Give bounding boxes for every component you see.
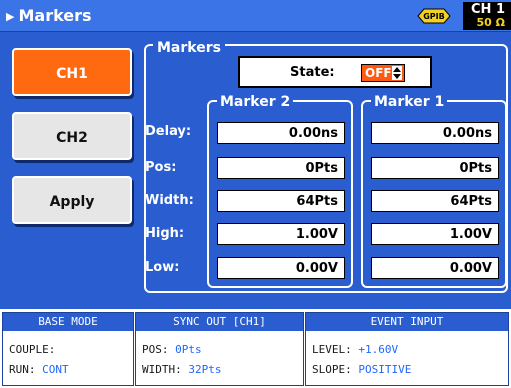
high-label: High: <box>145 226 185 241</box>
sync-width-line: WIDTH: 32Pts <box>142 363 222 376</box>
apply-button[interactable]: Apply <box>12 176 132 224</box>
base-mode-title: BASE MODE <box>3 313 133 331</box>
page-title-text: Markers <box>18 6 92 25</box>
low-label: Low: <box>145 260 180 275</box>
event-input-panel: EVENT INPUT LEVEL: +1.60V SLOPE: POSITIV… <box>305 312 509 386</box>
marker1-low-field[interactable]: 0.00V <box>371 257 499 279</box>
impedance-label: 50 Ω <box>476 16 506 29</box>
sync-width-key: WIDTH: <box>142 363 182 376</box>
marker2-low-field[interactable]: 0.00V <box>217 257 345 279</box>
width-label: Width: <box>145 193 194 208</box>
channel-label: CH 1 <box>471 2 505 17</box>
run-value: CONT <box>42 363 69 376</box>
delay-label: Delay: <box>145 124 192 139</box>
marker1-title: Marker 1 <box>371 94 448 110</box>
markers-group-title: Markers <box>153 40 225 56</box>
ch1-button[interactable]: CH1 <box>12 48 132 96</box>
title-bar: ▶ Markers GPIB CH 1 50 Ω <box>0 0 511 32</box>
gpib-label: GPIB <box>423 12 445 21</box>
pos-label: Pos: <box>145 160 177 175</box>
slope-key: SLOPE: <box>312 363 352 376</box>
sync-out-panel: SYNC OUT [CH1] POS: 0Pts WIDTH: 32Pts <box>135 312 304 386</box>
marker1-delay-field[interactable]: 0.00ns <box>371 122 499 144</box>
level-line: LEVEL: +1.60V <box>312 343 398 356</box>
state-label: State: <box>290 65 335 80</box>
sync-out-title: SYNC OUT [CH1] <box>136 313 303 331</box>
state-select[interactable]: OFF <box>361 64 405 82</box>
gpib-icon: GPIB <box>417 8 451 24</box>
channel-indicator: CH 1 50 Ω <box>463 2 511 30</box>
event-input-title: EVENT INPUT <box>306 313 508 331</box>
slope-line: SLOPE: POSITIVE <box>312 363 411 376</box>
marker1-high-field[interactable]: 1.00V <box>371 223 499 245</box>
couple-key: COUPLE: <box>9 343 56 356</box>
marker2-width-field[interactable]: 64Pts <box>217 190 345 212</box>
state-value: OFF <box>365 66 392 80</box>
couple-line: COUPLE: <box>9 343 55 356</box>
sync-pos-line: POS: 0Pts <box>142 343 202 356</box>
marker2-pos-field[interactable]: 0Pts <box>217 157 345 179</box>
marker2-title: Marker 2 <box>217 94 294 110</box>
instrument-screen: ▶ Markers GPIB CH 1 50 Ω CH1 CH2 Apply Ma… <box>0 0 511 388</box>
level-key: LEVEL: <box>312 343 352 356</box>
base-mode-panel: BASE MODE COUPLE: RUN: CONT <box>2 312 134 386</box>
slope-value: POSITIVE <box>358 363 412 376</box>
sync-pos-value: 0Pts <box>175 343 202 356</box>
page-title: ▶ Markers <box>6 6 92 25</box>
state-panel: State: OFF <box>238 56 432 88</box>
run-key: RUN: <box>9 363 36 376</box>
sync-pos-key: POS: <box>142 343 169 356</box>
marker1-width-field[interactable]: 64Pts <box>371 190 499 212</box>
sync-width-value: 32Pts <box>188 363 222 376</box>
spin-arrows-icon <box>392 66 402 80</box>
marker2-high-field[interactable]: 1.00V <box>217 223 345 245</box>
play-triangle-icon: ▶ <box>6 10 15 23</box>
level-value: +1.60V <box>358 343 399 356</box>
marker1-pos-field[interactable]: 0Pts <box>371 157 499 179</box>
marker2-delay-field[interactable]: 0.00ns <box>217 122 345 144</box>
run-line: RUN: CONT <box>9 363 69 376</box>
ch2-button[interactable]: CH2 <box>12 112 132 160</box>
